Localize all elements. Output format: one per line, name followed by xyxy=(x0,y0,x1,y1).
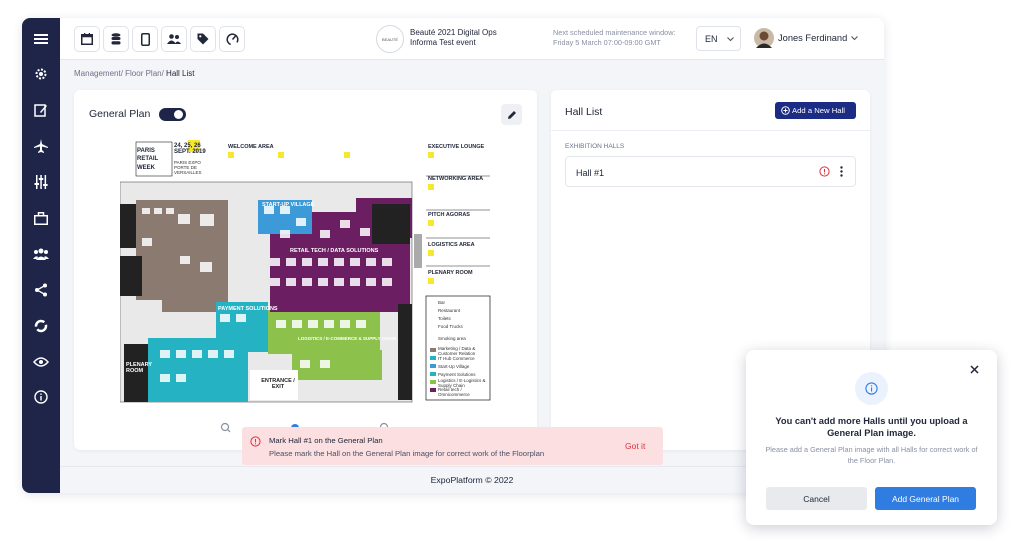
legend-item-food-trucks: Food Trucks xyxy=(438,324,463,329)
plan-event-line-1: PARIS xyxy=(137,148,155,154)
legend-item-retail-tech: Retail tech / Omnicommerce xyxy=(438,387,470,397)
briefcase-icon[interactable] xyxy=(32,209,50,227)
maintenance-time: Friday 5 March 07:00-09:00 GMT xyxy=(553,38,661,47)
add-new-hall-label: Add a New Hall xyxy=(792,106,845,115)
eye-icon[interactable] xyxy=(32,353,50,371)
warning-icon xyxy=(819,166,830,177)
chevron-down-icon xyxy=(727,37,734,42)
plan-dates: 24, 25, 26 SEPT. 2019 xyxy=(174,143,206,155)
more-vertical-icon[interactable] xyxy=(840,166,843,177)
dialog-info-badge xyxy=(855,372,888,405)
legend-welcome-area: WELCOME AREA xyxy=(228,144,274,150)
mobile-button[interactable] xyxy=(132,26,158,52)
breadcrumb: Management/ Floor Plan/ Hall List xyxy=(74,69,195,78)
toast-message: Please mark the Hall on the General Plan… xyxy=(269,449,545,458)
plan-venue: PARIS EXPO PORTE DE VERSAILLES xyxy=(174,160,202,175)
user-name: Jones Ferdinand xyxy=(778,33,848,43)
hall-list-title: Hall List xyxy=(565,106,603,118)
language-value: EN xyxy=(705,34,718,44)
zone-entrance-exit: ENTRANCE / EXIT xyxy=(261,378,295,390)
settings-icon[interactable] xyxy=(32,65,50,83)
event-title: Beauté 2021 Digital Ops xyxy=(410,28,497,37)
legend-item-payment: Payment Solutions xyxy=(438,372,476,377)
event-subtitle: Informa Test event xyxy=(410,38,476,47)
language-select[interactable]: EN xyxy=(696,26,741,51)
chevron-down-icon xyxy=(851,36,858,41)
sidebar xyxy=(22,18,60,493)
zone-start-up-village: START-UP VILLAGE xyxy=(262,202,315,208)
hall-list-item[interactable]: Hall #1 xyxy=(565,156,856,187)
legend-item-it-hub: IT Hub Commerce xyxy=(438,356,475,361)
database-button[interactable] xyxy=(103,26,129,52)
zone-retail-tech: RETAIL TECH / DATA SOLUTIONS xyxy=(290,248,379,254)
share-icon[interactable] xyxy=(32,281,50,299)
flight-icon[interactable] xyxy=(32,137,50,155)
user-menu[interactable]: Jones Ferdinand xyxy=(754,25,864,53)
mobile-icon xyxy=(140,32,150,46)
zone-plenary-room: PLENARY ROOM xyxy=(126,362,152,374)
upload-general-plan-dialog: You can't add more Halls until you uploa… xyxy=(746,350,997,525)
info-icon[interactable] xyxy=(32,388,50,406)
zone-payment-solutions: PAYMENT SOLUTIONS xyxy=(218,306,278,312)
legend-item-marketing: Marketing / Data & Customer Relation xyxy=(438,346,476,356)
cancel-label: Cancel xyxy=(803,494,830,504)
legend-logistics-area: LOGISTICS AREA xyxy=(428,242,475,248)
people-icon xyxy=(167,34,181,44)
gauge-button[interactable] xyxy=(219,26,245,52)
pencil-icon xyxy=(507,110,516,119)
avatar xyxy=(754,28,774,48)
add-new-hall-button[interactable]: Add a New Hall xyxy=(775,102,856,119)
exhibition-halls-label: EXHIBITION HALLS xyxy=(565,143,625,150)
people-button[interactable] xyxy=(161,26,187,52)
warning-toast: Mark Hall #1 on the General Plan Please … xyxy=(242,427,663,465)
legend-item-bar: Bar xyxy=(438,300,446,305)
cancel-button[interactable]: Cancel xyxy=(766,487,867,510)
legend-pitch-agoras: PITCH AGORAS xyxy=(428,212,470,218)
legend-item-startup: Start-Up Village xyxy=(438,364,470,369)
legend-item-restaurant: Restaurant xyxy=(438,308,461,313)
breadcrumb-floor-plan[interactable]: Floor Plan/ xyxy=(125,69,166,78)
zone-logistics: LOGISTICS / E-COMMERCE & SUPPLY CHAIN xyxy=(298,336,397,341)
divider xyxy=(551,130,870,131)
tag-icon xyxy=(197,33,209,45)
close-icon[interactable] xyxy=(970,365,979,374)
database-icon xyxy=(111,33,121,45)
sync-icon[interactable] xyxy=(32,317,50,335)
gauge-icon xyxy=(225,32,239,46)
add-general-plan-label: Add General Plan xyxy=(891,494,960,504)
general-plan-label: General Plan xyxy=(89,108,151,120)
plan-event-line-2: RETAIL xyxy=(137,156,159,162)
edit-plan-button[interactable] xyxy=(501,104,522,125)
dialog-body: Please add a General Plan image with all… xyxy=(765,445,978,465)
got-it-button[interactable]: Got it xyxy=(625,441,645,451)
legend-networking-area: NETWORKING AREA xyxy=(428,176,484,182)
info-icon xyxy=(865,382,878,395)
users-icon[interactable] xyxy=(32,245,50,263)
maintenance-label: Next scheduled maintenance window: xyxy=(553,28,676,37)
general-plan-toggle[interactable] xyxy=(159,108,186,121)
dialog-title: You can't add more Halls until you uploa… xyxy=(775,416,968,438)
menu-icon[interactable] xyxy=(32,30,50,48)
breadcrumb-current: Hall List xyxy=(166,69,195,78)
floor-plan-image[interactable]: PARIS RETAIL WEEK 24, 25, 26 SEPT. 2019 … xyxy=(120,138,492,404)
sliders-icon[interactable] xyxy=(32,173,50,191)
hall-name: Hall #1 xyxy=(576,168,605,178)
calendar-button[interactable] xyxy=(74,26,100,52)
toast-title: Mark Hall #1 on the General Plan xyxy=(269,436,383,445)
legend-item-toilets: Toilets xyxy=(438,316,451,321)
tag-button[interactable] xyxy=(190,26,216,52)
legend-item-smoking: Smoking area xyxy=(438,336,466,341)
breadcrumb-management[interactable]: Management/ xyxy=(74,69,125,78)
legend-plenary-room: PLENARY ROOM xyxy=(428,270,473,276)
add-circle-icon xyxy=(781,106,790,115)
top-bar: BEAUTÉ Beauté 2021 Digital Ops Informa T… xyxy=(60,18,884,60)
edit-icon[interactable] xyxy=(32,101,50,119)
error-icon xyxy=(250,436,261,447)
legend-executive-lounge: EXECUTIVE LOUNGE xyxy=(428,144,485,150)
plan-event-line-3: WEEK xyxy=(137,165,155,171)
toggle-knob xyxy=(174,110,183,119)
add-general-plan-button[interactable]: Add General Plan xyxy=(875,487,976,510)
event-logo: BEAUTÉ xyxy=(376,25,404,53)
calendar-icon xyxy=(81,33,93,45)
